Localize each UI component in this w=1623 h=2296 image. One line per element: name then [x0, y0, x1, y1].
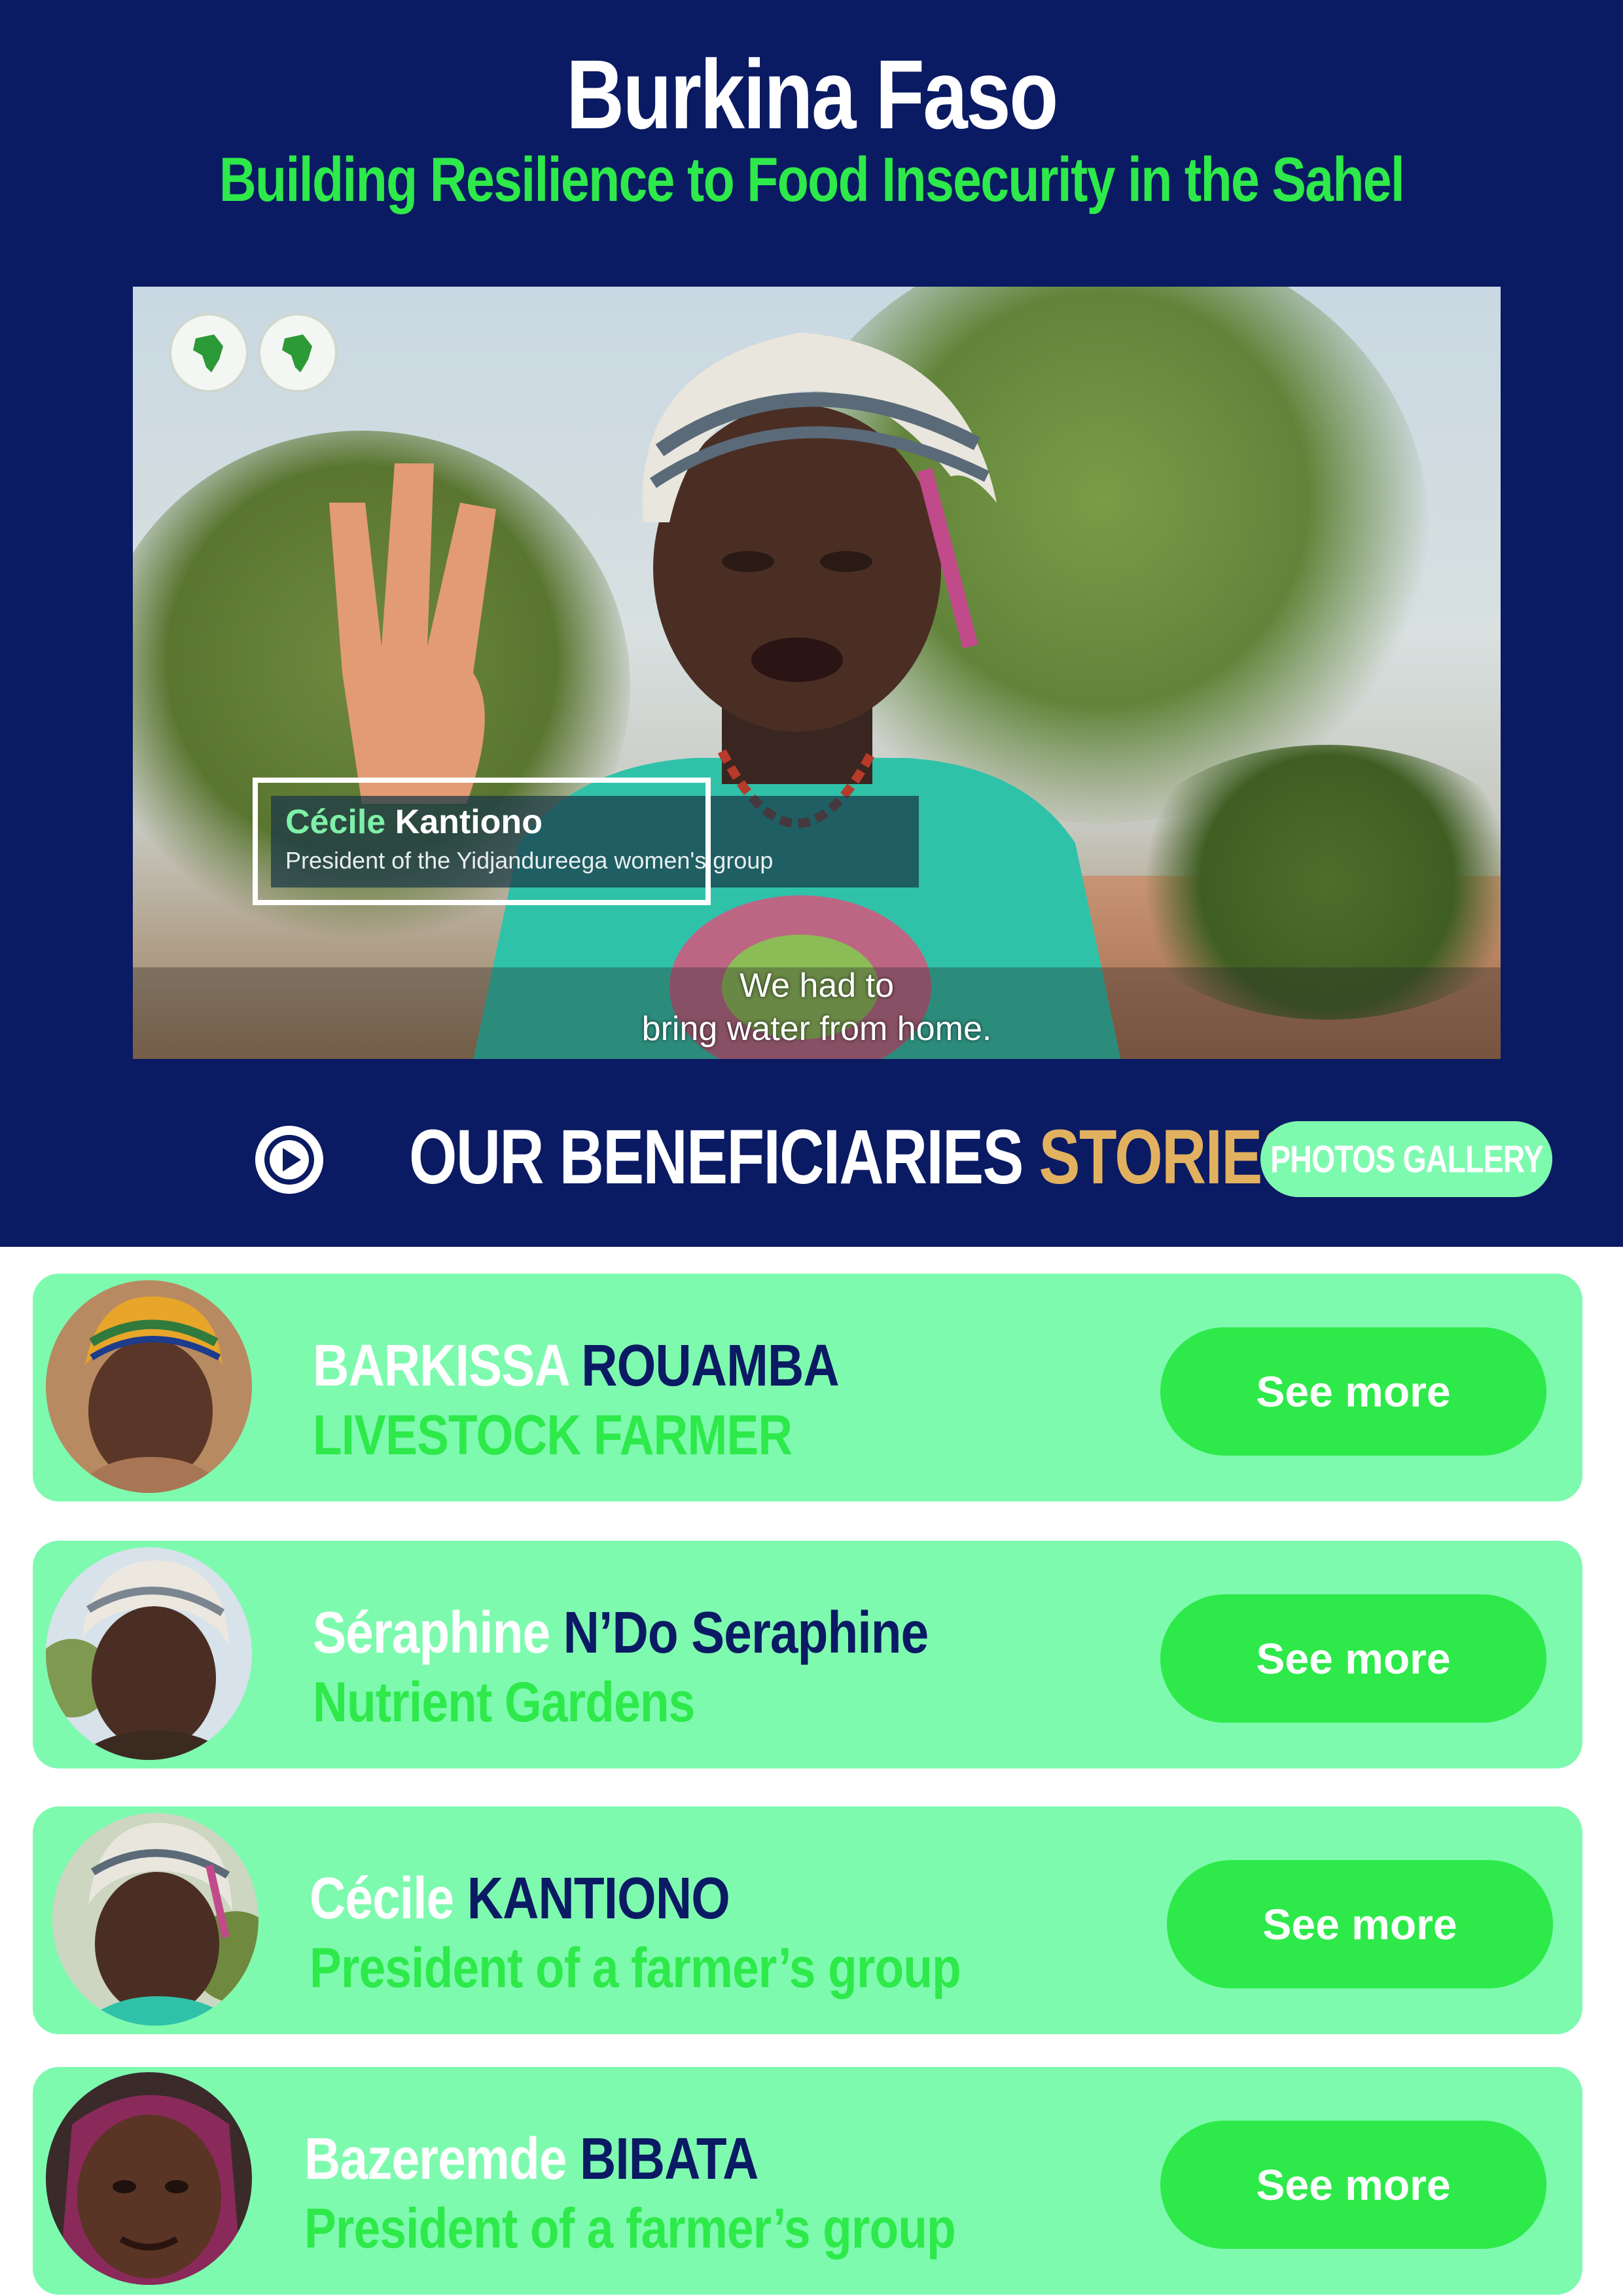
see-more-button[interactable]: See more: [1167, 1860, 1553, 1988]
lower-third-role: President of the Yidjandureega women's g…: [285, 847, 774, 874]
beneficiary-card: Séraphine N’Do Seraphine Nutrient Garden…: [33, 1541, 1582, 1768]
lower-third-name: Cécile Kantiono: [285, 803, 543, 841]
video-speaker-image: [329, 332, 1121, 1059]
avatar: [46, 1280, 252, 1493]
avatar: [46, 2072, 252, 2285]
afdb-logo-icon: [169, 313, 249, 393]
adf-logo-icon: [258, 313, 338, 393]
beneficiary-role: President of a farmer’s group: [304, 2197, 956, 2260]
see-more-button[interactable]: See more: [1160, 1327, 1546, 1456]
beneficiary-name: Séraphine N’Do Seraphine: [313, 1600, 929, 1666]
page-title: Burkina Faso: [566, 39, 1058, 149]
avatar: [46, 1547, 252, 1760]
avatar: [52, 1813, 259, 2026]
video-logos: [169, 313, 338, 393]
see-more-button[interactable]: See more: [1160, 1594, 1546, 1723]
video-caption: We had to bring water from home.: [641, 967, 992, 1048]
play-icon[interactable]: [255, 1126, 323, 1194]
beneficiary-name: Bazeremde BIBATA: [304, 2126, 758, 2192]
video-lower-third: Cécile Kantiono President of the Yidjand…: [253, 778, 1038, 905]
header: Burkina Faso Building Resilience to Food…: [0, 0, 1623, 1247]
beneficiary-card: Cécile KANTIONO President of a farmer’s …: [33, 1806, 1582, 2034]
beneficiary-name: BARKISSA ROUAMBA: [313, 1333, 840, 1399]
video-player[interactable]: Cécile Kantiono President of the Yidjand…: [133, 287, 1501, 1059]
beneficiary-card: Bazeremde BIBATA President of a farmer’s…: [33, 2067, 1582, 2295]
beneficiary-role: LIVESTOCK FARMER: [313, 1404, 793, 1467]
page-subtitle: Building Resilience to Food Insecurity i…: [219, 145, 1405, 215]
beneficiary-role: Nutrient Gardens: [313, 1671, 695, 1734]
beneficiary-role: President of a farmer’s group: [310, 1937, 961, 2000]
beneficiary-card: BARKISSA ROUAMBA LIVESTOCK FARMER See mo…: [33, 1274, 1582, 1501]
see-more-button[interactable]: See more: [1160, 2121, 1546, 2249]
beneficiary-name: Cécile KANTIONO: [310, 1866, 730, 1931]
photos-gallery-button[interactable]: PHOTOS GALLERY: [1260, 1121, 1552, 1197]
section-title: OUR BENEFICIARIES STORIES: [409, 1114, 1303, 1200]
